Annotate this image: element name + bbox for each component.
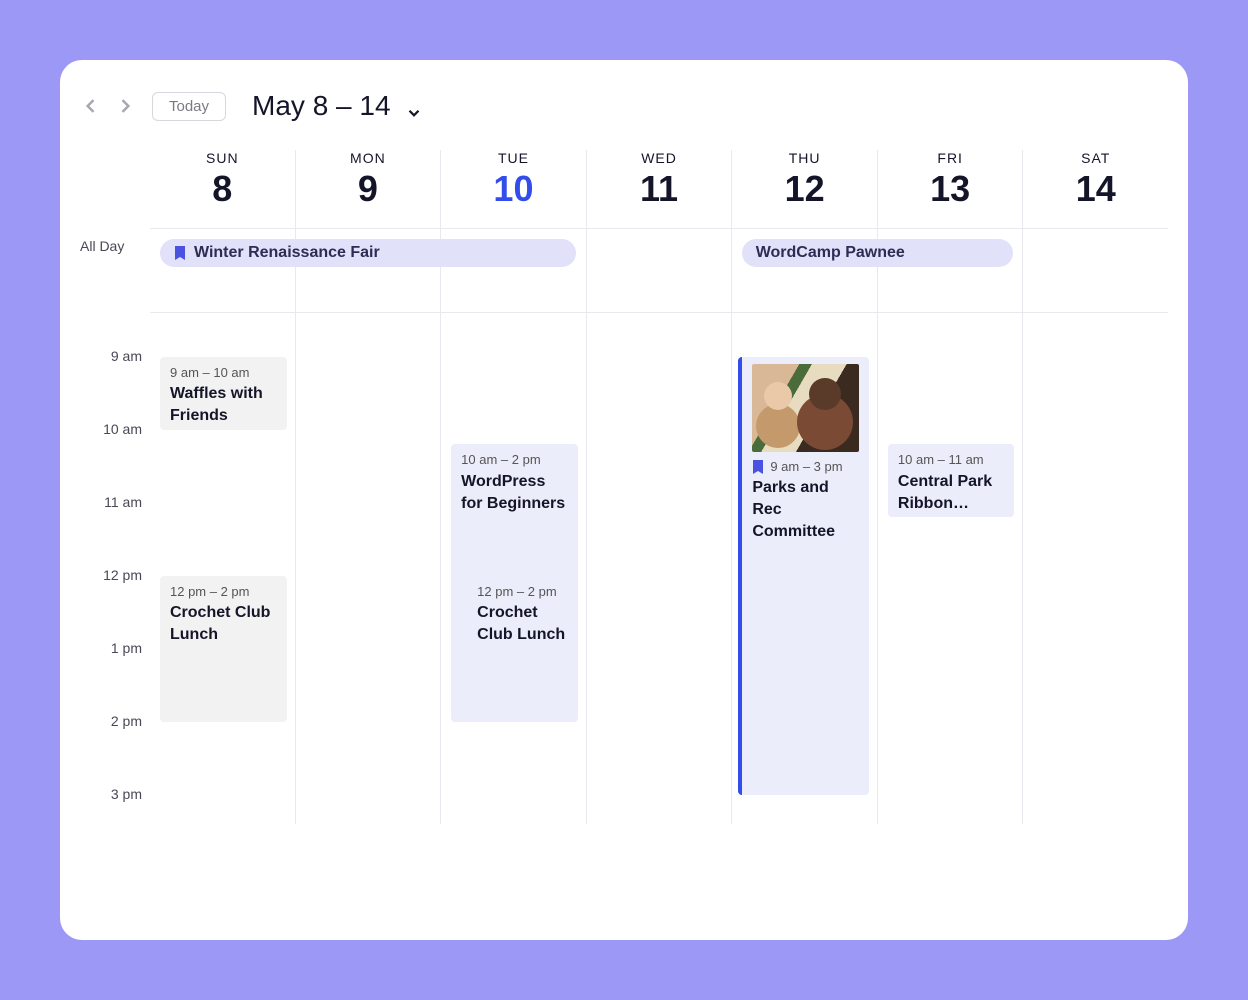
week-nav (80, 95, 136, 117)
calendar-event[interactable]: 12 pm – 2 pmCrochet Club Lunch (467, 576, 578, 722)
prev-week-button[interactable] (80, 95, 102, 117)
day-column[interactable] (586, 313, 732, 824)
bookmark-icon (752, 460, 764, 474)
day-column[interactable] (295, 313, 441, 824)
event-time: 9 am – 10 am (170, 364, 250, 382)
day-header[interactable]: SUN 8 (150, 150, 295, 228)
day-of-week: SAT (1023, 150, 1168, 166)
calendar-event[interactable]: 9 am – 3 pmParks and Rec Committee (738, 357, 869, 795)
calendar-event[interactable]: 9 am – 10 amWaffles with Friends (160, 357, 287, 430)
day-of-week: SUN (150, 150, 295, 166)
day-column[interactable]: 10 am – 11 am Central Park Ribbon… (877, 313, 1023, 824)
calendar-body: 9 am10 am11 am12 pm1 pm2 pm3 pm 9 am – 1… (80, 313, 1168, 824)
day-number: 13 (878, 168, 1023, 210)
chevron-down-icon (405, 97, 423, 115)
event-title: WordPress for Beginners (461, 471, 568, 514)
allday-cell[interactable] (586, 229, 732, 312)
day-of-week: FRI (878, 150, 1023, 166)
day-number: 10 (441, 168, 586, 210)
time-label: 11 am (80, 459, 150, 532)
time-label: 10 am (80, 386, 150, 459)
day-of-week: WED (587, 150, 732, 166)
today-button[interactable]: Today (152, 92, 226, 121)
event-time: 12 pm – 2 pm (170, 583, 250, 601)
calendar-card: Today May 8 – 14 All Day SUN 8MON 9TUE 1… (60, 60, 1188, 940)
time-label: 12 pm (80, 532, 150, 605)
day-of-week: THU (732, 150, 877, 166)
date-range-picker[interactable]: May 8 – 14 (252, 90, 423, 122)
time-labels: 9 am10 am11 am12 pm1 pm2 pm3 pm (80, 313, 150, 824)
day-column[interactable]: 10 am – 2 pm WordPress for Beginners 12 pm… (440, 313, 586, 824)
bookmark-icon (174, 246, 186, 260)
allday-label: All Day (80, 228, 150, 254)
day-column[interactable]: 9 am – 10 amWaffles with Friends 12 pm – … (150, 313, 295, 824)
day-header[interactable]: TUE 10 (440, 150, 586, 228)
calendar-toolbar: Today May 8 – 14 (80, 90, 1168, 150)
event-time: 10 am – 2 pm (461, 451, 541, 469)
time-label: 1 pm (80, 605, 150, 678)
calendar-event[interactable]: 10 am – 11 am Central Park Ribbon… (888, 444, 1015, 517)
day-number: 11 (587, 168, 732, 210)
day-column[interactable] (1022, 313, 1168, 824)
event-title: Parks and Rec Committee (752, 477, 859, 542)
event-title: Crochet Club Lunch (477, 602, 568, 645)
event-time: 10 am – 11 am (898, 451, 984, 469)
next-week-button[interactable] (114, 95, 136, 117)
allday-row: Winter Renaissance Fair WordCamp Pawnee (150, 229, 1168, 313)
day-of-week: TUE (441, 150, 586, 166)
time-gutter: All Day (80, 150, 150, 313)
event-thumbnail (752, 364, 859, 452)
event-time: 9 am – 3 pm (770, 458, 842, 476)
calendar-event[interactable]: 12 pm – 2 pmCrochet Club Lunch (160, 576, 287, 722)
day-header[interactable]: MON 9 (295, 150, 441, 228)
allday-event[interactable]: WordCamp Pawnee (742, 239, 1013, 267)
day-header[interactable]: FRI 13 (877, 150, 1023, 228)
time-label: 2 pm (80, 678, 150, 751)
day-of-week: MON (296, 150, 441, 166)
day-header[interactable]: WED 11 (586, 150, 732, 228)
date-range-label: May 8 – 14 (252, 90, 391, 122)
event-title: Waffles with Friends (170, 383, 277, 426)
allday-cell[interactable] (1022, 229, 1168, 312)
allday-event-title: WordCamp Pawnee (756, 244, 905, 262)
event-title: Central Park Ribbon… (898, 471, 1005, 514)
day-number: 14 (1023, 168, 1168, 210)
time-label: 3 pm (80, 751, 150, 824)
event-title: Crochet Club Lunch (170, 602, 277, 645)
day-number: 12 (732, 168, 877, 210)
day-header[interactable]: SAT 14 (1022, 150, 1168, 228)
day-header[interactable]: THU 12 (731, 150, 877, 228)
allday-event[interactable]: Winter Renaissance Fair (160, 239, 576, 267)
time-label: 9 am (80, 313, 150, 386)
allday-event-title: Winter Renaissance Fair (194, 244, 380, 262)
day-number: 9 (296, 168, 441, 210)
event-time: 12 pm – 2 pm (477, 583, 557, 601)
day-column[interactable]: 9 am – 3 pmParks and Rec Committee (731, 313, 877, 824)
day-columns: 9 am – 10 amWaffles with Friends 12 pm – … (150, 313, 1168, 824)
day-number: 8 (150, 168, 295, 210)
calendar-grid: All Day SUN 8MON 9TUE 10WED 11THU 12FRI … (80, 150, 1168, 313)
day-headers: SUN 8MON 9TUE 10WED 11THU 12FRI 13SAT 14 (150, 150, 1168, 229)
